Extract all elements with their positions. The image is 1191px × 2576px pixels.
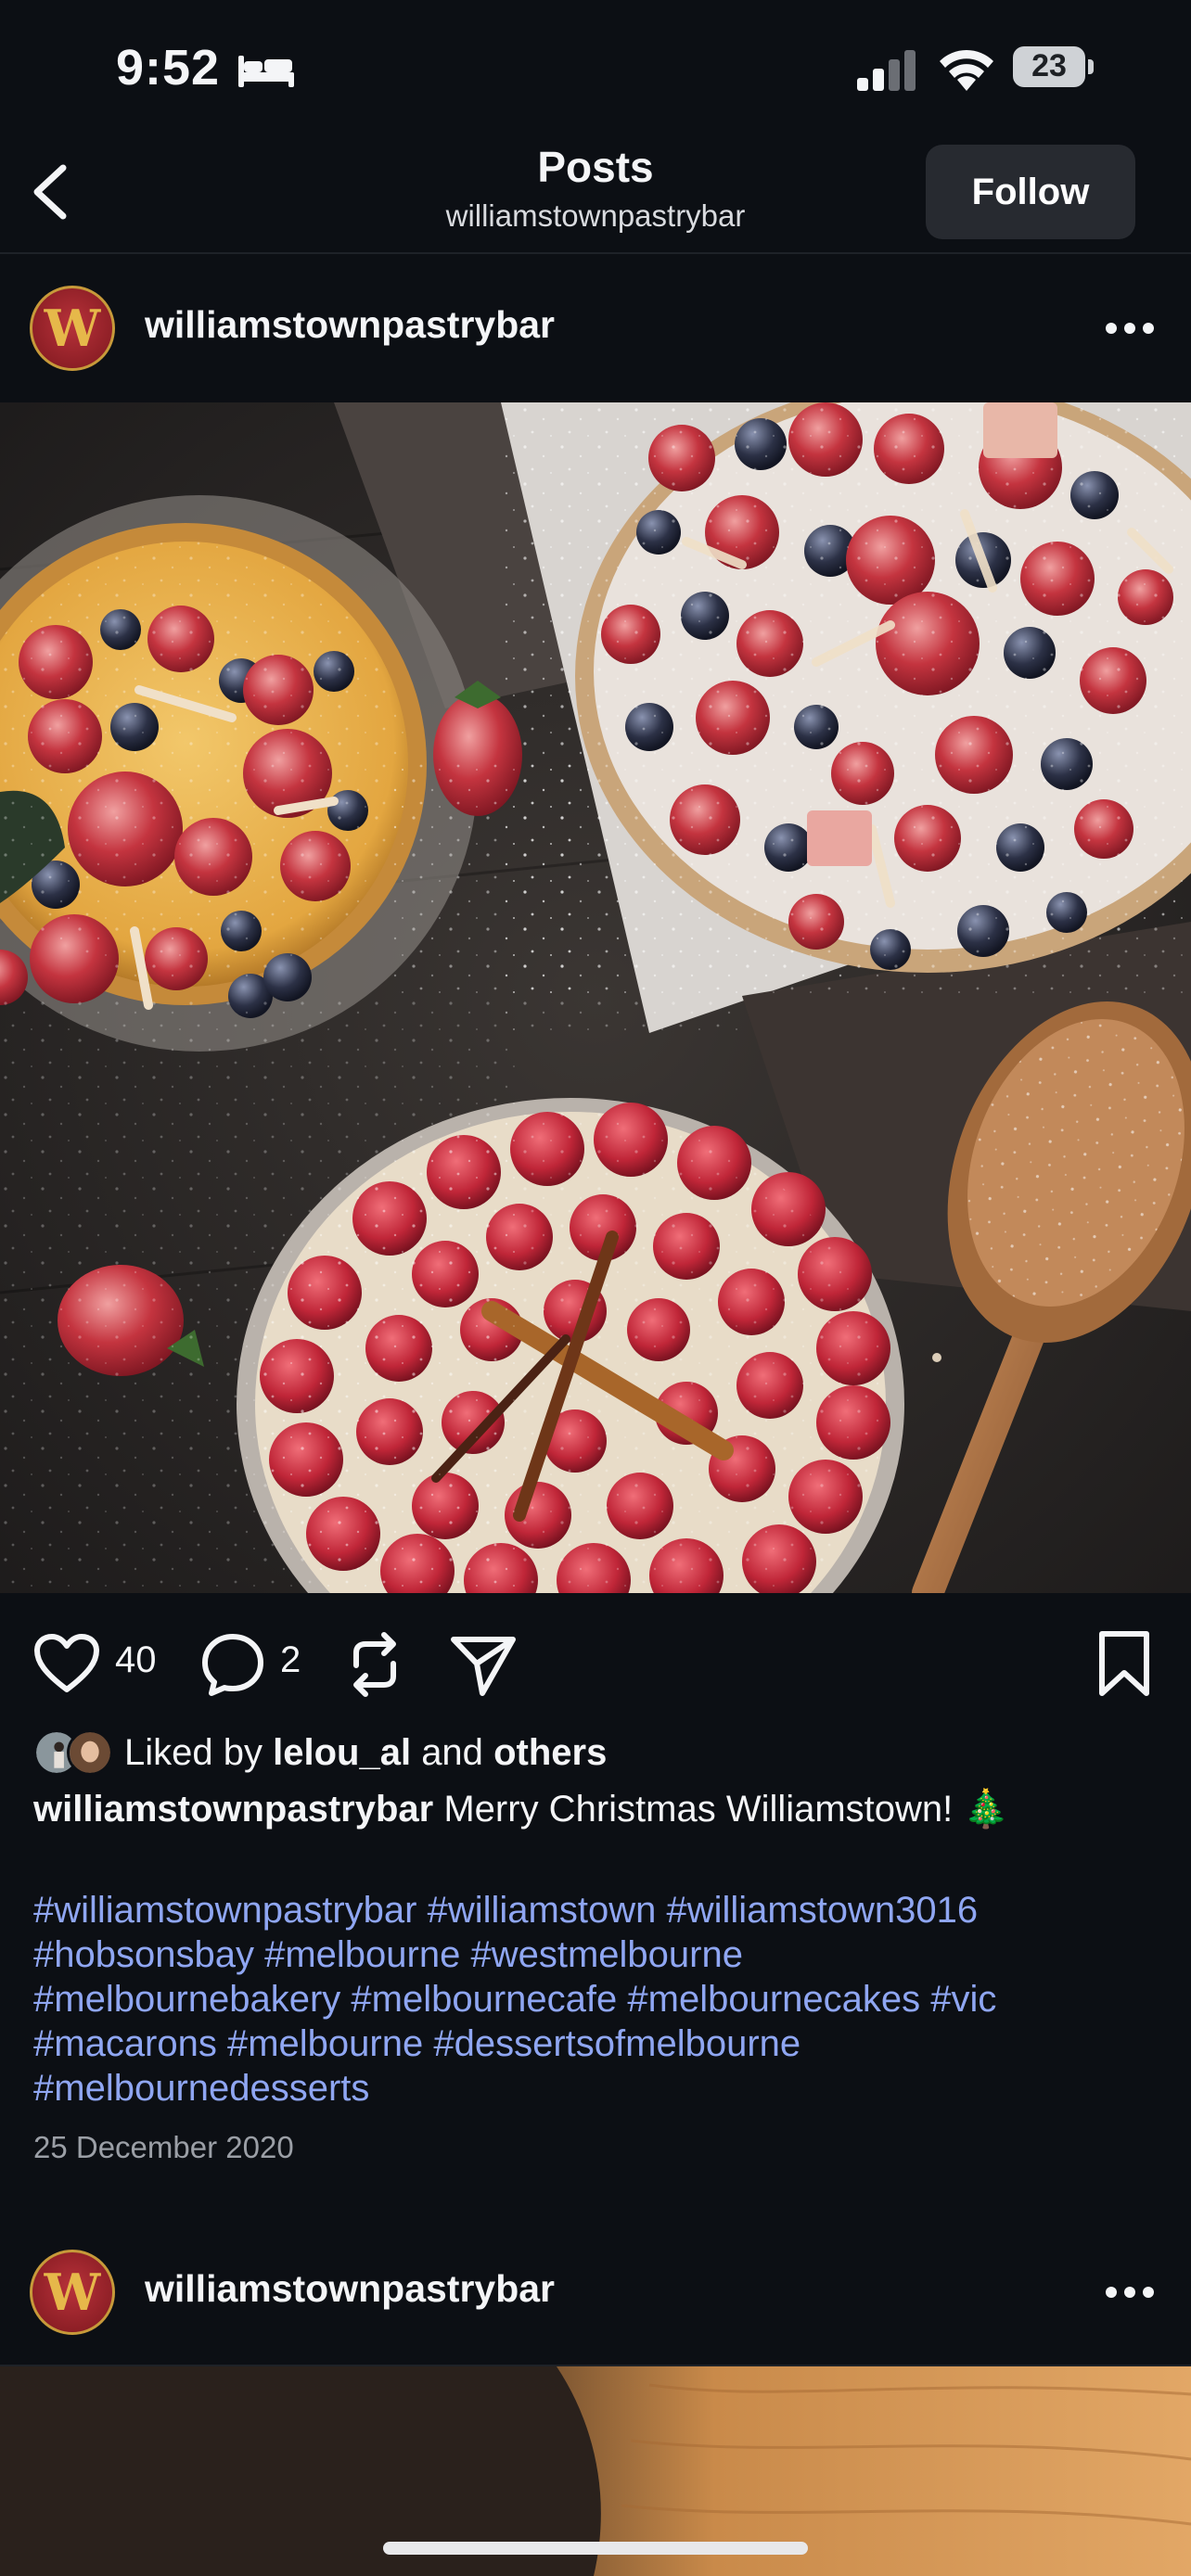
hashtag-line[interactable]: #melbournedesserts xyxy=(33,2066,1165,2111)
back-icon[interactable] xyxy=(28,162,74,222)
liker-avatar xyxy=(67,1729,113,1776)
hashtags: #williamstownpastrybar #williamstown #wi… xyxy=(33,1888,1165,2111)
repost-icon[interactable] xyxy=(345,1630,404,1699)
avatar[interactable]: W xyxy=(30,286,115,371)
post-image[interactable] xyxy=(0,402,1191,1593)
bookmark-icon[interactable] xyxy=(1096,1630,1152,1697)
hashtag-line[interactable]: #williamstownpastrybar #williamstown #wi… xyxy=(33,1888,1165,1932)
signal-icon xyxy=(857,50,916,91)
liked-by-prefix: Liked by xyxy=(124,1731,263,1773)
liked-by-row[interactable]: Liked by lelou_al and others xyxy=(33,1727,607,1779)
liked-by-user-link[interactable]: lelou_al xyxy=(273,1732,411,1774)
home-indicator[interactable] xyxy=(383,2542,808,2555)
avatar[interactable]: W xyxy=(30,2250,115,2335)
wifi-icon xyxy=(940,49,993,91)
page-subtitle: williamstownpastrybar xyxy=(445,198,746,233)
post-date: 25 December 2020 xyxy=(33,2130,294,2164)
heart-icon[interactable] xyxy=(33,1634,100,1693)
page-title: Posts xyxy=(537,143,654,191)
share-icon[interactable] xyxy=(449,1632,518,1697)
hashtag-line[interactable]: #melbournebakery #melbournecafe #melbour… xyxy=(33,1977,1165,2021)
like-count[interactable]: 40 xyxy=(115,1639,157,1681)
bed-icon xyxy=(238,56,294,87)
more-options-icon[interactable] xyxy=(1104,2285,1156,2300)
header-divider xyxy=(0,252,1191,254)
hashtag-line[interactable]: #hobsonsbay #melbourne #westmelbourne xyxy=(33,1932,1165,1977)
liked-by-others-link[interactable]: others xyxy=(493,1732,607,1774)
more-options-icon[interactable] xyxy=(1104,321,1156,336)
post-username[interactable]: williamstownpastrybar xyxy=(145,2267,555,2311)
caption: williamstownpastrybar Merry Christmas Wi… xyxy=(33,1787,1009,1830)
post-username[interactable]: williamstownpastrybar xyxy=(145,303,555,347)
liked-by-and: and xyxy=(421,1731,483,1773)
caption-username[interactable]: williamstownpastrybar xyxy=(33,1789,433,1830)
battery-level: 23 xyxy=(1031,48,1067,83)
hashtag-line[interactable]: #macarons #melbourne #dessertsofmelbourn… xyxy=(33,2021,1165,2066)
caption-text: Merry Christmas Williamstown! 🎄 xyxy=(443,1789,1010,1830)
battery-indicator: 23 xyxy=(1013,46,1096,91)
comment-count[interactable]: 2 xyxy=(280,1639,301,1681)
follow-button[interactable]: Follow xyxy=(926,145,1135,239)
comment-icon[interactable] xyxy=(200,1632,265,1697)
status-time: 9:52 xyxy=(116,40,221,96)
